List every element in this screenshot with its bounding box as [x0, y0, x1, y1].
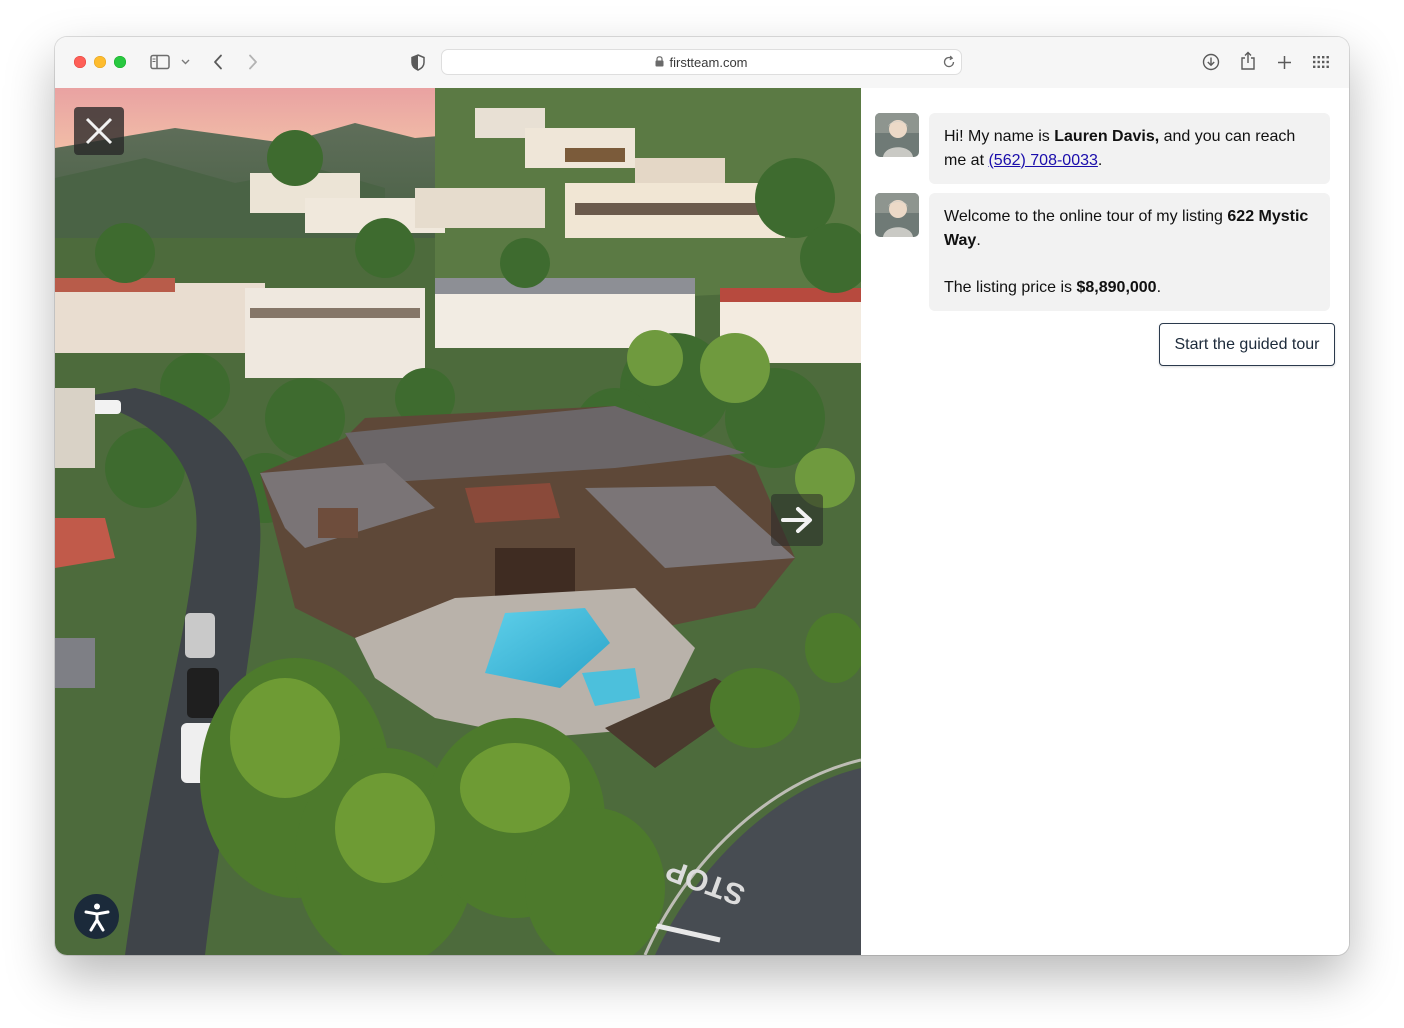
close-tour-button[interactable] [74, 107, 124, 155]
arrow-right-icon [780, 506, 814, 534]
back-icon[interactable] [210, 52, 226, 72]
intro-prefix-text: Hi! My name is [944, 128, 1055, 145]
chevron-down-icon[interactable] [179, 56, 191, 68]
agent-avatar [875, 193, 919, 237]
agent-phone-link[interactable]: (562) 708-0033 [988, 152, 1097, 169]
welcome-line: Welcome to the online tour of my listing… [944, 205, 1315, 252]
welcome-prefix-text: Welcome to the online tour of my listing [944, 208, 1228, 225]
chat-message-listing: Welcome to the online tour of my listing… [875, 193, 1335, 313]
close-window-button[interactable] [74, 56, 86, 68]
share-icon[interactable] [1238, 50, 1258, 72]
agent-avatar [875, 113, 919, 157]
browser-toolbar: firstteam.com [55, 37, 1349, 89]
chat-message-intro: Hi! My name is Lauren Davis, and you can… [875, 113, 1335, 184]
accessibility-icon [83, 902, 111, 932]
tab-overview-icon[interactable] [1311, 53, 1331, 71]
listing-photo: STOP [55, 88, 861, 955]
new-tab-icon[interactable] [1274, 52, 1294, 72]
download-icon[interactable] [1201, 52, 1221, 72]
privacy-shield-icon[interactable] [409, 52, 427, 72]
price-suffix-text: . [1156, 278, 1162, 296]
next-photo-button[interactable] [771, 494, 823, 546]
price-prefix-text: The listing price is [944, 278, 1077, 296]
price-line: The listing price is $8,890,000. [944, 276, 1315, 300]
intro-bubble: Hi! My name is Lauren Davis, and you can… [929, 113, 1330, 184]
address-bar[interactable]: firstteam.com [441, 49, 962, 75]
zoom-window-button[interactable] [114, 56, 126, 68]
reload-icon[interactable] [942, 55, 956, 74]
close-icon [84, 116, 114, 146]
chat-panel: Hi! My name is Lauren Davis, and you can… [861, 88, 1349, 955]
start-guided-tour-button[interactable]: Start the guided tour [1159, 323, 1335, 366]
intro-suffix-text: . [1097, 151, 1103, 169]
forward-icon[interactable] [245, 52, 261, 72]
browser-window: firstteam.com STOP Hi! My name is Lauren… [55, 37, 1349, 955]
listing-bubble: Welcome to the online tour of my listing… [929, 193, 1330, 311]
lock-icon [655, 55, 664, 70]
sidebar-toggle-icon[interactable] [149, 52, 171, 72]
listing-price: $8,890,000 [1076, 278, 1157, 296]
accessibility-button[interactable] [74, 894, 119, 939]
minimize-window-button[interactable] [94, 56, 106, 68]
url-text: firstteam.com [669, 55, 748, 70]
agent-name: Lauren Davis, [1054, 128, 1160, 145]
welcome-suffix-text: . [976, 231, 981, 249]
